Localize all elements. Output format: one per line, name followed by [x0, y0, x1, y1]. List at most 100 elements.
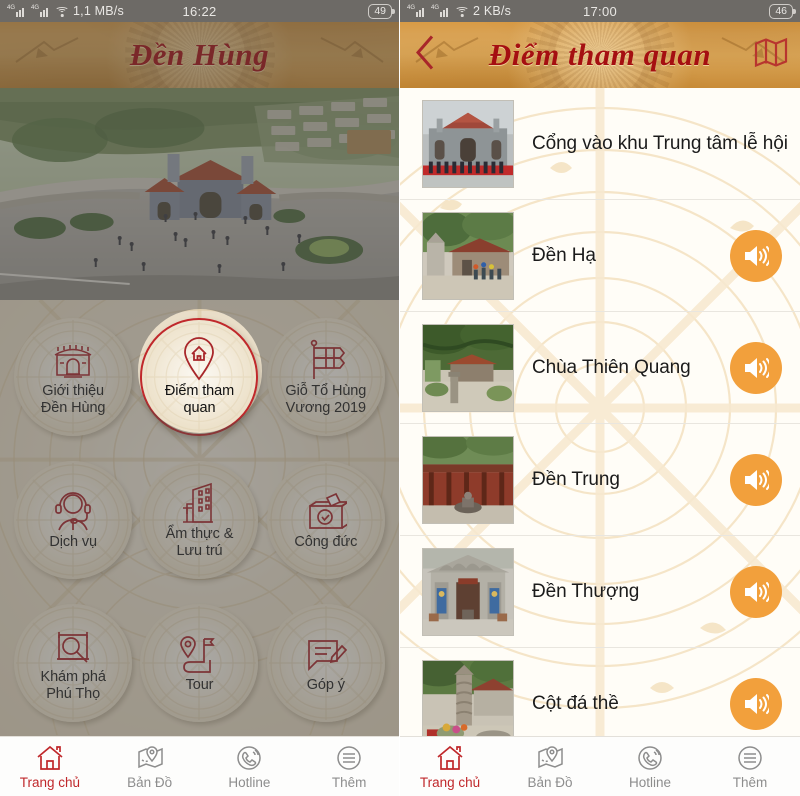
- status-bar-right: 46: [769, 3, 796, 19]
- battery-indicator: 46: [769, 3, 796, 19]
- menu-item-label: Giỗ Tổ Hùng Vương 2019: [285, 383, 367, 417]
- audio-play-button[interactable]: [730, 453, 782, 506]
- attraction-title: Đền Hạ: [532, 244, 596, 266]
- attraction-thumbnail: [422, 211, 514, 300]
- menu-item-diem-tham-quan[interactable]: Điểm tham quan: [140, 318, 259, 437]
- app-header-banner: Đền Hùng: [0, 22, 399, 88]
- list-rows: Cổng vào khu Trung tâm lễ hội Đền Hạ Chù…: [400, 88, 800, 736]
- menu-item-tour[interactable]: Tour: [140, 603, 259, 722]
- bottom-tab-bar: Trang chủ Bản Đồ Hotline Thêm: [0, 736, 399, 796]
- menu-item-label: Dịch vụ: [49, 534, 97, 551]
- map-magnifier-icon: [52, 623, 94, 667]
- attraction-title: Chùa Thiên Quang: [532, 356, 691, 378]
- speaker-volume-icon: [745, 245, 769, 266]
- tab-label: Bản Đồ: [527, 774, 573, 790]
- temple-gate-icon: [52, 337, 94, 381]
- route-pin-flag-icon: [178, 631, 220, 675]
- list-item[interactable]: Chùa Thiên Quang: [400, 312, 800, 424]
- audio-play-button[interactable]: [730, 678, 782, 730]
- map-pin-house-icon: [182, 337, 216, 381]
- tab-them[interactable]: Thêm: [299, 737, 399, 796]
- menu-cell: Tour: [136, 591, 262, 734]
- tab-label: Trang chủ: [19, 774, 81, 790]
- hero-image: [0, 88, 399, 300]
- map-pin-icon: [536, 744, 564, 772]
- list-item[interactable]: Đền Hạ: [400, 200, 800, 312]
- attraction-title: Cột đá thề: [532, 693, 619, 714]
- menu-cell: Khám phá Phú Thọ: [10, 591, 136, 734]
- clock-label: 16:22: [182, 3, 217, 19]
- attraction-thumbnail: [422, 547, 514, 636]
- flag-icon: [306, 337, 346, 381]
- speaker-volume-icon: [745, 694, 769, 714]
- status-bar: 4G 4G 1,1 MB/s 16:22 49: [0, 0, 399, 22]
- home-icon: [36, 744, 64, 772]
- menu-item-dich-vu[interactable]: Dịch vụ: [14, 460, 133, 579]
- phone-icon: [235, 744, 263, 772]
- tab-label: Bản Đồ: [127, 774, 173, 790]
- attraction-list[interactable]: Cổng vào khu Trung tâm lễ hội Đền Hạ Chù…: [400, 88, 800, 736]
- audio-play-button[interactable]: [730, 229, 782, 282]
- map-folded-icon[interactable]: [754, 37, 788, 73]
- back-chevron-icon[interactable]: [414, 35, 436, 76]
- tab-trang-chu[interactable]: Trang chủ: [0, 737, 100, 796]
- menu-item-label: Góp ý: [306, 677, 345, 694]
- tab-label: Trang chủ: [419, 774, 481, 790]
- hamburger-menu-icon: [335, 744, 363, 772]
- menu-item-cong-duc[interactable]: Công đức: [266, 460, 385, 579]
- clock-label: 17:00: [582, 3, 618, 19]
- page-header-banner: Điểm tham quan: [400, 22, 800, 88]
- tab-hotline[interactable]: Hotline: [600, 737, 700, 796]
- attraction-title: Đền Trung: [532, 468, 620, 490]
- headset-support-icon: [53, 488, 93, 532]
- bottom-tab-bar: Trang chủ Bản Đồ Hotline Thêm: [400, 736, 800, 796]
- left-phone-screen: 4G 4G 1,1 MB/s 16:22 49 Đền Hùng Giới th…: [0, 0, 400, 796]
- menu-item-label: Điểm tham quan: [164, 383, 235, 417]
- menu-cell: Dịch vụ: [10, 449, 136, 592]
- feedback-pencil-icon: [305, 631, 347, 675]
- tab-label: Thêm: [331, 774, 367, 790]
- tab-ban-do[interactable]: Bản Đồ: [100, 737, 200, 796]
- bird-motif-left-icon: [15, 37, 79, 63]
- tab-them[interactable]: Thêm: [700, 737, 800, 796]
- menu-cell: Giới thiệu Đền Hùng: [10, 306, 136, 449]
- menu-cell: Ẩm thực & Lưu trú: [136, 449, 262, 592]
- tab-hotline[interactable]: Hotline: [200, 737, 300, 796]
- phone-icon: [636, 744, 664, 772]
- menu-grid: Giới thiệu Đền Hùng Điểm tham quan Giỗ T…: [0, 300, 399, 736]
- menu-item-gioi-thieu[interactable]: Giới thiệu Đền Hùng: [14, 318, 133, 437]
- building-hotel-icon: [179, 480, 219, 524]
- menu-item-kham-pha-phu-tho[interactable]: Khám phá Phú Thọ: [14, 603, 133, 722]
- menu-cell: Công đức: [263, 449, 389, 592]
- attraction-title: Đền Thượng: [532, 580, 640, 602]
- list-item[interactable]: Đền Thượng: [400, 536, 800, 648]
- list-item[interactable]: Cổng vào khu Trung tâm lễ hội: [400, 88, 800, 200]
- home-icon: [436, 744, 464, 772]
- menu-item-label: Khám phá Phú Thọ: [40, 668, 106, 702]
- list-item[interactable]: Đền Trung: [400, 424, 800, 536]
- speaker-volume-icon: [745, 581, 769, 602]
- speaker-volume-icon: [745, 469, 769, 490]
- tab-trang-chu[interactable]: Trang chủ: [400, 737, 500, 796]
- tab-ban-do[interactable]: Bản Đồ: [500, 737, 600, 796]
- audio-play-button[interactable]: [730, 341, 782, 394]
- bird-motif-right-icon: [320, 37, 384, 63]
- menu-item-label: Tour: [185, 677, 214, 694]
- menu-item-gio-to-hung-vuong[interactable]: Giỗ Tổ Hùng Vương 2019: [266, 318, 385, 437]
- menu-item-am-thuc-luu-tru[interactable]: Ẩm thực & Lưu trú: [140, 460, 259, 579]
- speaker-volume-icon: [745, 357, 769, 378]
- menu-cell: Góp ý: [263, 591, 389, 734]
- audio-play-button[interactable]: [730, 565, 782, 618]
- status-bar: 4G 4G 2 KB/s 17:00 46: [400, 0, 800, 22]
- menu-item-label: Giới thiệu Đền Hùng: [40, 383, 106, 417]
- list-item[interactable]: Cột đá thề: [400, 648, 800, 736]
- menu-cell: Giỗ Tổ Hùng Vương 2019: [263, 306, 389, 449]
- donation-box-icon: [305, 488, 347, 532]
- tab-label: Hotline: [228, 774, 271, 790]
- menu-item-gop-y[interactable]: Góp ý: [266, 603, 385, 722]
- map-pin-icon: [136, 744, 164, 772]
- attraction-thumbnail: [422, 99, 514, 188]
- menu-cell: Điểm tham quan: [136, 306, 262, 449]
- status-bar-right: 49: [368, 3, 395, 19]
- attraction-thumbnail: [422, 435, 514, 524]
